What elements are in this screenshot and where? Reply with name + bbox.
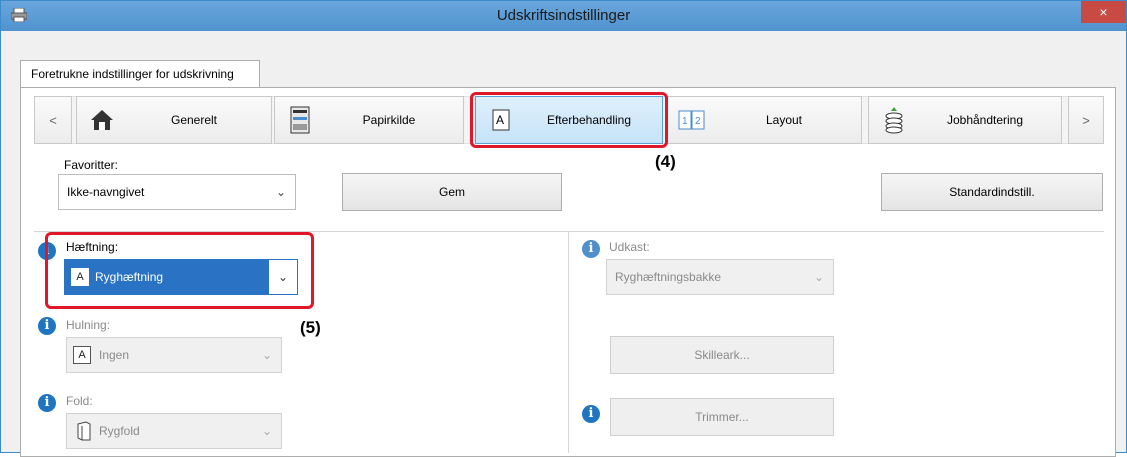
chevron-right-icon: > xyxy=(1082,112,1090,128)
job-stack-icon xyxy=(879,105,909,135)
punch-select[interactable]: A Ingen ⌄ xyxy=(66,337,282,373)
favorites-select[interactable]: Ikke-navngivet ⌄ xyxy=(58,174,296,210)
fold-label: Fold: xyxy=(66,394,93,408)
window-title: Udskriftsindstillinger xyxy=(496,7,631,24)
output-select[interactable]: Ryghæftningsbakke ⌄ xyxy=(606,259,834,295)
printer-tray-icon xyxy=(285,105,315,135)
punch-label: Hulning: xyxy=(66,318,111,332)
fold-select[interactable]: Rygfold ⌄ xyxy=(66,413,282,449)
info-icon[interactable]: i xyxy=(582,405,600,423)
nav-prev-button[interactable]: < xyxy=(34,96,72,144)
svg-text:2: 2 xyxy=(695,116,701,127)
chevron-down-icon: ⌄ xyxy=(275,185,287,199)
nav-item-label: Papirkilde xyxy=(362,113,416,127)
home-icon xyxy=(87,105,117,135)
separator-sheet-button[interactable]: Skilleark... xyxy=(610,336,834,374)
column-divider xyxy=(568,232,569,453)
chevron-down-icon: ⌄ xyxy=(261,424,273,438)
info-icon[interactable]: i xyxy=(582,240,600,258)
favorites-label: Favoritter: xyxy=(64,158,119,172)
output-label: Udkast: xyxy=(609,240,650,254)
nav-item-label: Layout xyxy=(765,113,803,127)
page-a-icon: A xyxy=(73,346,91,364)
nav-item-label: Jobhåndtering xyxy=(946,113,1024,127)
fold-page-icon xyxy=(77,421,91,441)
favorites-value: Ikke-navngivet xyxy=(67,185,145,199)
nav-item-label: Generelt xyxy=(170,113,218,127)
chevron-down-icon: ⌄ xyxy=(261,348,273,362)
nav-next-button[interactable]: > xyxy=(1068,96,1104,144)
info-icon[interactable]: i xyxy=(38,394,56,412)
info-icon[interactable]: i xyxy=(38,317,56,335)
close-button[interactable]: × xyxy=(1081,1,1126,23)
callout-number-4: (4) xyxy=(655,152,676,171)
nav-item-jobhaandtering[interactable]: Jobhåndtering xyxy=(868,96,1062,144)
nav-item-layout[interactable]: 12 Layout xyxy=(666,96,862,144)
title-bar: Udskriftsindstillinger × xyxy=(1,1,1126,31)
trimmer-button[interactable]: Trimmer... xyxy=(610,398,834,436)
nav-item-papirkilde[interactable]: Papirkilde xyxy=(274,96,464,144)
chevron-down-icon: ⌄ xyxy=(813,270,825,284)
svg-text:1: 1 xyxy=(682,116,688,127)
callout-box-4 xyxy=(470,92,668,148)
callout-box-5 xyxy=(45,232,314,309)
chevron-left-icon: < xyxy=(49,112,57,128)
output-value: Ryghæftningsbakke xyxy=(615,270,722,284)
defaults-button[interactable]: Standardindstill. xyxy=(881,173,1103,211)
punch-value: Ingen xyxy=(99,348,130,362)
nav-item-generelt[interactable]: Generelt xyxy=(76,96,272,144)
fold-value: Rygfold xyxy=(99,424,140,438)
layout-pages-icon: 12 xyxy=(677,105,707,135)
save-button[interactable]: Gem xyxy=(342,173,562,211)
callout-number-5: (5) xyxy=(300,318,321,337)
tab-preferences[interactable]: Foretrukne indstillinger for udskrivning xyxy=(20,60,260,88)
